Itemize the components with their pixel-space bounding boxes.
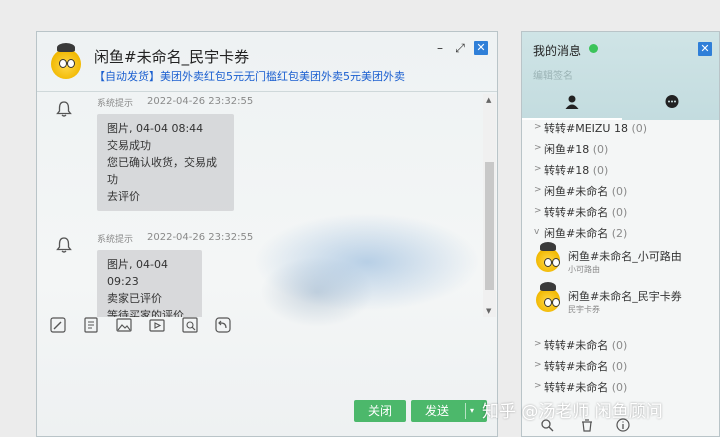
watermark: 知乎 @汤老师 闲鱼顾问: [482, 402, 663, 422]
send-button-label: 发送: [425, 404, 450, 418]
auto-delivery-notice[interactable]: 【自动发货】美团外卖红包5元无门槛红包美团外卖5元美团外卖: [94, 68, 405, 84]
panel-header: 我的消息 编辑签名 ✕: [522, 32, 719, 120]
panel-close-button[interactable]: ✕: [698, 42, 712, 56]
chat-icon[interactable]: [664, 94, 680, 110]
contact-list[interactable]: > 转转#MEIZU 18 (0) > 闲鱼#18 (0) > 转转#18 (0…: [522, 120, 719, 436]
contact-name[interactable]: 闲鱼#未命名_民宇卡券: [568, 288, 682, 304]
chat-title: 闲鱼#未命名_民宇卡券: [94, 48, 250, 66]
video-icon[interactable]: [148, 316, 166, 334]
message-list[interactable]: 系统提示 2022-04-26 23:32:55 图片, 04-04 08:44…: [37, 92, 483, 317]
restore-button[interactable]: ⤢: [453, 41, 467, 55]
message-time: 2022-04-26 23:32:55: [147, 232, 254, 243]
group-item[interactable]: 转转#18 (0): [544, 162, 608, 178]
message-line: 交易成功: [107, 139, 151, 152]
message-line: 您已确认收货，交易成功: [107, 156, 217, 186]
bell-icon: [56, 237, 72, 253]
contact-avatar[interactable]: [536, 242, 560, 272]
chevron-right-icon: >: [534, 206, 542, 216]
chevron-down-icon: v: [534, 227, 540, 237]
contact-name[interactable]: 闲鱼#未命名_小可路由: [568, 248, 682, 264]
document-icon[interactable]: [82, 316, 100, 334]
contact-avatar[interactable]: [51, 43, 81, 79]
contact-avatar[interactable]: [536, 282, 560, 312]
message-scrollbar[interactable]: ▲ ▼: [483, 94, 496, 317]
contact-subtitle: 民宇卡券: [568, 305, 600, 314]
chevron-right-icon: >: [534, 360, 542, 370]
send-options-dropdown[interactable]: ▾: [470, 400, 474, 422]
message-sender: 系统提示: [97, 235, 134, 245]
chat-window: 闲鱼#未命名_民宇卡券 【自动发货】美团外卖红包5元无门槛红包美团外卖5元美团外…: [36, 31, 498, 437]
scrollbar-thumb[interactable]: [485, 162, 494, 290]
close-button[interactable]: 关闭: [354, 400, 406, 422]
contact-subtitle: 小可路由: [568, 265, 600, 274]
screenshot-icon[interactable]: [181, 316, 199, 334]
group-item[interactable]: 转转#未命名 (0): [544, 358, 627, 374]
message-line: 图片, 04-04 08:44: [107, 122, 204, 135]
message-bubble[interactable]: 图片, 04-04 09:23 卖家已评价 等待买家的评价 评价: [97, 250, 202, 317]
chevron-right-icon: >: [534, 381, 542, 391]
scroll-down-icon[interactable]: ▼: [486, 307, 491, 315]
online-status-dot: [589, 44, 598, 53]
chevron-right-icon: >: [534, 164, 542, 174]
edit-signature[interactable]: 编辑签名: [533, 67, 573, 82]
message-line: 去评价: [107, 190, 140, 203]
panel-title: 我的消息: [533, 44, 582, 58]
chevron-right-icon: >: [534, 143, 542, 153]
messages-panel: 我的消息 编辑签名 ✕ > 转转#MEIZU 18 (0) > 闲鱼#18 (0…: [521, 31, 720, 437]
send-button[interactable]: 发送 ▾: [411, 400, 487, 422]
group-item[interactable]: 转转#未命名 (0): [544, 204, 627, 220]
group-item[interactable]: 转转#未命名 (0): [544, 337, 627, 353]
person-icon[interactable]: [564, 94, 580, 110]
send-separator: [465, 403, 466, 419]
group-item[interactable]: 闲鱼#18 (0): [544, 141, 608, 157]
group-item[interactable]: 转转#未命名 (0): [544, 379, 627, 395]
scroll-up-icon[interactable]: ▲: [486, 96, 491, 104]
group-item[interactable]: 闲鱼#未命名 (0): [544, 183, 627, 199]
image-icon[interactable]: [115, 316, 133, 334]
minimize-button[interactable]: –: [433, 41, 447, 55]
close-window-button[interactable]: ✕: [474, 41, 488, 55]
group-item[interactable]: 转转#MEIZU 18 (0): [544, 120, 647, 136]
chevron-right-icon: >: [534, 339, 542, 349]
edit-icon[interactable]: [49, 316, 67, 334]
bell-icon: [56, 101, 72, 117]
undo-icon[interactable]: [214, 316, 232, 334]
message-line: 卖家已评价: [107, 292, 162, 305]
message-time: 2022-04-26 23:32:55: [147, 96, 254, 107]
message-line: 图片, 04-04 09:23: [107, 258, 168, 288]
message-sender: 系统提示: [97, 99, 134, 109]
chevron-right-icon: >: [534, 185, 542, 195]
chevron-right-icon: >: [534, 122, 542, 132]
group-item-expanded[interactable]: 闲鱼#未命名 (2): [544, 225, 627, 241]
message-bubble[interactable]: 图片, 04-04 08:44 交易成功 您已确认收货，交易成功 去评价: [97, 114, 234, 211]
